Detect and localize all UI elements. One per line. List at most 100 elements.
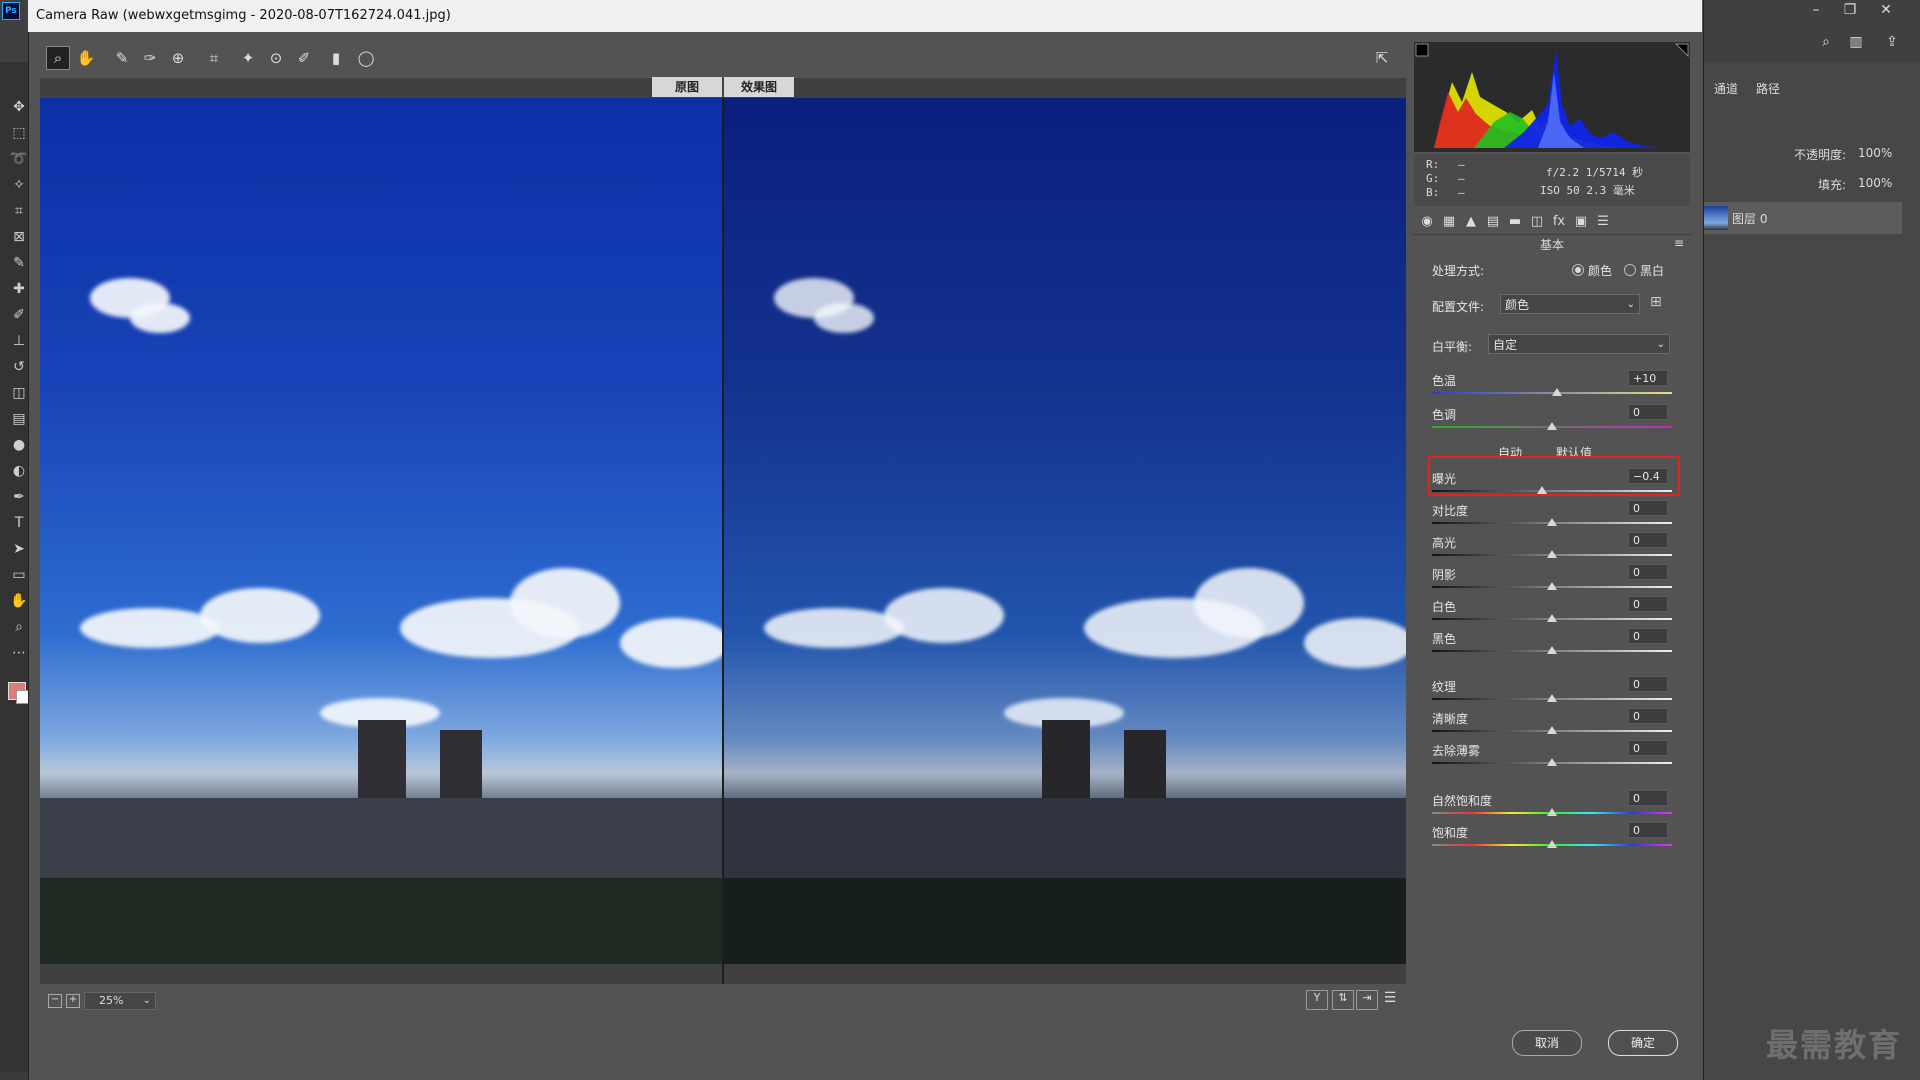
blur-tool-icon[interactable]: ● bbox=[8, 434, 30, 456]
zoom-out-icon[interactable]: − bbox=[48, 994, 62, 1008]
spot-removal-icon[interactable]: ✦ bbox=[236, 46, 260, 70]
basic-tab-icon[interactable]: ◉ bbox=[1418, 214, 1436, 230]
marquee-tool-icon[interactable]: ⬚ bbox=[8, 122, 30, 144]
zoom-icon[interactable]: ⌕ bbox=[46, 46, 70, 70]
workspace-icon[interactable]: ▥ bbox=[1842, 34, 1870, 50]
graduated-filter-icon[interactable]: ▮ bbox=[324, 46, 348, 70]
white-balance-icon[interactable]: ✎ bbox=[110, 46, 134, 70]
preview-settings-icon[interactable]: ☰ bbox=[1380, 990, 1400, 1008]
profile-browser-icon[interactable]: ⊞ bbox=[1650, 294, 1662, 310]
slider-0-value-input[interactable]: +10 bbox=[1628, 370, 1668, 386]
treatment-bw-radio[interactable] bbox=[1624, 264, 1636, 276]
slider-5-thumb[interactable] bbox=[1547, 582, 1557, 590]
profile-select[interactable]: 颜色 ⌄ bbox=[1500, 294, 1640, 314]
slider-4-thumb[interactable] bbox=[1547, 550, 1557, 558]
presets-tab-icon[interactable]: ☰ bbox=[1594, 214, 1612, 230]
pen-tool-icon[interactable]: ✒ bbox=[8, 486, 30, 508]
search-icon[interactable]: ⌕ bbox=[1812, 34, 1840, 50]
hsl-tab-icon[interactable]: ▤ bbox=[1484, 214, 1502, 230]
adjustment-brush-icon[interactable]: ✐ bbox=[292, 46, 316, 70]
histogram bbox=[1414, 42, 1690, 152]
layer-name[interactable]: 图层 0 bbox=[1732, 210, 1767, 227]
chevron-down-icon: ⌄ bbox=[142, 995, 151, 1006]
eraser-tool-icon[interactable]: ◫ bbox=[8, 382, 30, 404]
cancel-button[interactable]: 取消 bbox=[1512, 1030, 1582, 1056]
slider-9-thumb[interactable] bbox=[1547, 726, 1557, 734]
swap-before-after-icon[interactable]: ⇅ bbox=[1332, 990, 1354, 1010]
histogram-graph bbox=[1415, 43, 1689, 148]
type-tool-icon[interactable]: T bbox=[8, 512, 30, 534]
restore-icon[interactable]: ❐ bbox=[1836, 2, 1864, 18]
minimize-icon[interactable]: – bbox=[1802, 2, 1830, 18]
zoom-tool-icon[interactable]: ⌕ bbox=[8, 616, 30, 638]
slider-8-thumb[interactable] bbox=[1547, 694, 1557, 702]
tab-channels[interactable]: 通道 bbox=[1714, 80, 1738, 97]
eyedropper-tool-icon[interactable]: ✎ bbox=[8, 252, 30, 274]
panel-title: 基本 bbox=[1539, 238, 1564, 252]
path-select-icon[interactable]: ➤ bbox=[8, 538, 30, 560]
stamp-tool-icon[interactable]: ⊥ bbox=[8, 330, 30, 352]
slider-7-value-input[interactable]: 0 bbox=[1628, 628, 1668, 644]
calibration-tab-icon[interactable]: ▣ bbox=[1572, 214, 1590, 230]
panel-menu-icon[interactable]: ≡ bbox=[1674, 236, 1684, 250]
detail-tab-icon[interactable]: ▲ bbox=[1462, 214, 1480, 230]
radial-filter-icon[interactable]: ◯ bbox=[354, 46, 378, 70]
slider-6-value-input[interactable]: 0 bbox=[1628, 596, 1668, 612]
slider-11-value-input[interactable]: 0 bbox=[1628, 790, 1668, 806]
effects-tab-icon[interactable]: fx bbox=[1550, 214, 1568, 230]
slider-4-value-input[interactable]: 0 bbox=[1628, 532, 1668, 548]
healing-brush-icon[interactable]: ✚ bbox=[8, 278, 30, 300]
close-icon[interactable]: ✕ bbox=[1872, 2, 1900, 18]
treatment-label: 处理方式: bbox=[1432, 264, 1485, 278]
after-label: 效果图 bbox=[724, 77, 794, 97]
slider-0-thumb[interactable] bbox=[1552, 388, 1562, 396]
dodge-tool-icon[interactable]: ◐ bbox=[8, 460, 30, 482]
slider-3-value-input[interactable]: 0 bbox=[1628, 500, 1668, 516]
layer-row[interactable]: 图层 0 bbox=[1694, 202, 1902, 234]
frame-tool-icon[interactable]: ⊠ bbox=[8, 226, 30, 248]
magic-wand-icon[interactable]: ✧ bbox=[8, 174, 30, 196]
slider-11-thumb[interactable] bbox=[1547, 808, 1557, 816]
share-icon[interactable]: ⇪ bbox=[1878, 34, 1906, 50]
opacity-value[interactable]: 100% bbox=[1858, 146, 1892, 160]
move-tool-icon[interactable]: ✥ bbox=[8, 96, 30, 118]
history-brush-icon[interactable]: ↺ bbox=[8, 356, 30, 378]
slider-10-value-input[interactable]: 0 bbox=[1628, 740, 1668, 756]
tab-paths[interactable]: 路径 bbox=[1756, 80, 1780, 97]
slider-3-thumb[interactable] bbox=[1547, 518, 1557, 526]
before-after-view-icon[interactable]: Y bbox=[1306, 990, 1328, 1010]
white-balance-select[interactable]: 自定 ⌄ bbox=[1488, 334, 1670, 354]
ok-button[interactable]: 确定 bbox=[1608, 1030, 1678, 1056]
fill-value[interactable]: 100% bbox=[1858, 176, 1892, 190]
slider-1-value-input[interactable]: 0 bbox=[1628, 404, 1668, 420]
lens-tab-icon[interactable]: ◫ bbox=[1528, 214, 1546, 230]
split-toning-tab-icon[interactable]: ▬ bbox=[1506, 214, 1524, 230]
gradient-tool-icon[interactable]: ▤ bbox=[8, 408, 30, 430]
slider-10-thumb[interactable] bbox=[1547, 758, 1557, 766]
targeted-adjust-icon[interactable]: ⊕ bbox=[166, 46, 190, 70]
hand-tool-icon[interactable]: ✋ bbox=[8, 590, 30, 612]
slider-5-value-input[interactable]: 0 bbox=[1628, 564, 1668, 580]
shape-tool-icon[interactable]: ▭ bbox=[8, 564, 30, 586]
color-sampler-icon[interactable]: ✑ bbox=[138, 46, 162, 70]
slider-8-value-input[interactable]: 0 bbox=[1628, 676, 1668, 692]
crop-tool-icon[interactable]: ⌗ bbox=[8, 200, 30, 222]
treatment-color-radio[interactable] bbox=[1572, 264, 1584, 276]
slider-12-value-input[interactable]: 0 bbox=[1628, 822, 1668, 838]
brush-tool-icon[interactable]: ✐ bbox=[8, 304, 30, 326]
copy-settings-icon[interactable]: ⇥ bbox=[1356, 990, 1378, 1010]
slider-1-thumb[interactable] bbox=[1547, 422, 1557, 430]
slider-12-thumb[interactable] bbox=[1547, 840, 1557, 848]
zoom-in-icon[interactable]: + bbox=[66, 994, 80, 1008]
hand-icon[interactable]: ✋ bbox=[74, 46, 98, 70]
slider-6-thumb[interactable] bbox=[1547, 614, 1557, 622]
open-preferences-icon[interactable]: ⇱ bbox=[1370, 46, 1394, 70]
zoom-select[interactable]: 25% ⌄ bbox=[84, 992, 156, 1010]
lasso-tool-icon[interactable]: ➰ bbox=[8, 148, 30, 170]
tone-curve-tab-icon[interactable]: ▦ bbox=[1440, 214, 1458, 230]
more-tools-icon[interactable]: ⋯ bbox=[8, 642, 30, 664]
redeye-icon[interactable]: ⊙ bbox=[264, 46, 288, 70]
crop-icon[interactable]: ⌗ bbox=[202, 46, 226, 70]
slider-9-value-input[interactable]: 0 bbox=[1628, 708, 1668, 724]
slider-7-thumb[interactable] bbox=[1547, 646, 1557, 654]
